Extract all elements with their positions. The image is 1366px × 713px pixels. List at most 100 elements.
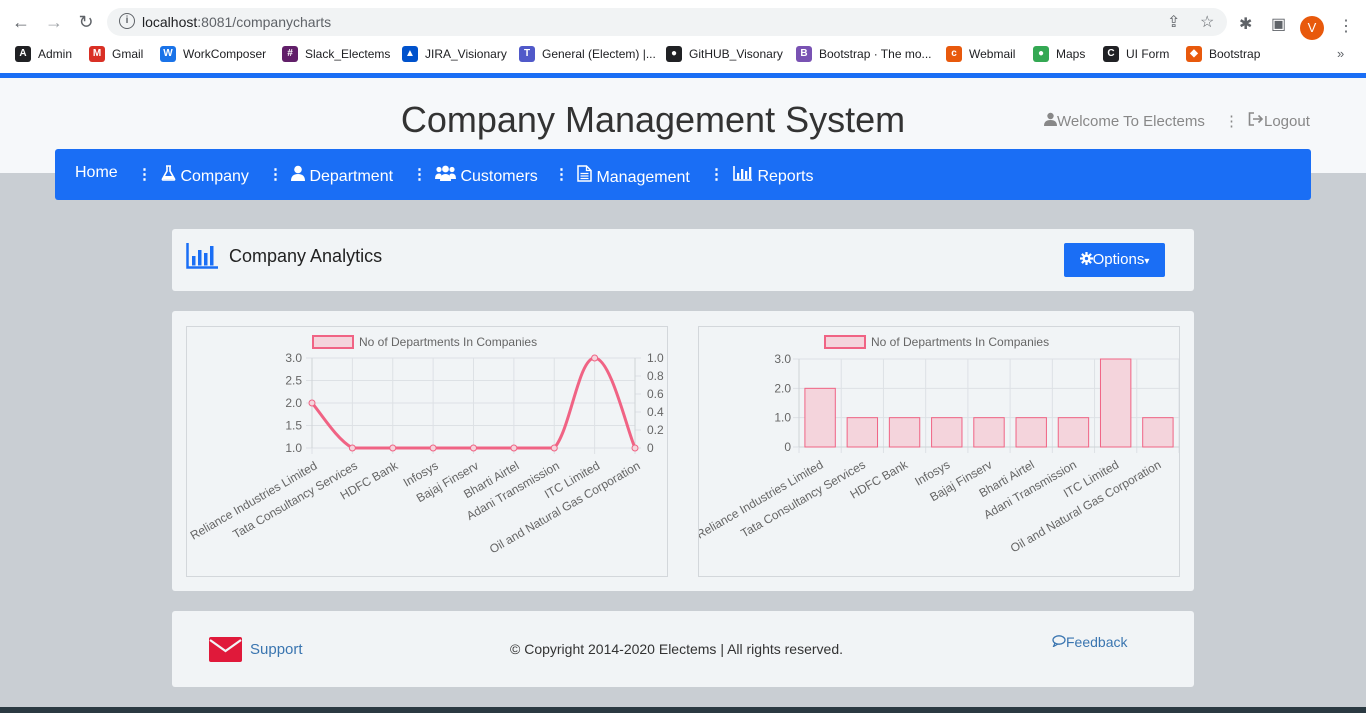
shield-icon: ◆ bbox=[1186, 46, 1202, 62]
bookmark-item[interactable]: ● GitHUB_Visonary bbox=[666, 46, 783, 62]
address-bar[interactable]: i localhost:8081/companycharts ⇪ ☆ bbox=[107, 8, 1227, 36]
data-point bbox=[510, 444, 518, 452]
y-tick-label: 3.0 bbox=[774, 352, 791, 366]
data-point bbox=[591, 354, 599, 362]
bottom-edge bbox=[0, 707, 1366, 713]
charts-panel: No of Departments In Companies 3.0 2.5 2.0 1… bbox=[172, 311, 1194, 591]
extensions-icon[interactable]: ✱ bbox=[1239, 14, 1252, 34]
feedback-link[interactable]: Feedback bbox=[1052, 634, 1127, 650]
logout-link[interactable]: Logout bbox=[1248, 112, 1310, 130]
address-row: ← → ↻ i localhost:8081/companycharts ⇪ ☆… bbox=[0, 6, 1366, 40]
bookmark-label: Bootstrap · The mo... bbox=[819, 47, 932, 61]
y-tick-label: 0 bbox=[784, 440, 791, 454]
bookmark-item[interactable]: C UI Form bbox=[1103, 46, 1169, 62]
users-icon bbox=[435, 165, 456, 181]
y-tick-label: 1.5 bbox=[285, 419, 302, 433]
bar bbox=[1099, 358, 1132, 448]
nav-item-reports[interactable]: Reports bbox=[733, 165, 813, 186]
data-point bbox=[470, 444, 477, 452]
legend-swatch bbox=[312, 335, 354, 349]
comment-icon bbox=[1052, 635, 1066, 648]
bookmark-item[interactable]: W WorkComposer bbox=[160, 46, 266, 62]
bookmark-item[interactable]: # Slack_Electems bbox=[282, 46, 390, 62]
bookmarks-bar: A Admin M Gmail W WorkComposer # Slack_Electems… bbox=[0, 44, 1366, 66]
nav-company-label: Company bbox=[180, 168, 249, 185]
envelope-icon bbox=[209, 637, 242, 662]
bookmark-label: Webmail bbox=[969, 47, 1016, 61]
bookmark-item[interactable]: T General (Electem) |... bbox=[519, 46, 656, 62]
browser-toolbar: ← → ↻ i localhost:8081/companycharts ⇪ ☆… bbox=[0, 0, 1366, 73]
bookmark-item[interactable]: B Bootstrap · The mo... bbox=[796, 46, 932, 62]
bar-chart-container: No of Departments In Companies 3.0 2.0 1.0 0… bbox=[698, 326, 1180, 577]
y2-tick-label: 0.8 bbox=[647, 369, 664, 383]
forward-icon[interactable]: → bbox=[42, 10, 66, 34]
welcome-link[interactable]: Welcome To Electems bbox=[1044, 112, 1205, 130]
bootstrap-icon: B bbox=[796, 46, 812, 62]
data-point bbox=[348, 444, 356, 452]
bookmark-label: Bootstrap bbox=[1209, 47, 1261, 61]
analytics-header-panel: Company Analytics Options▾ bbox=[172, 229, 1194, 291]
nav-separator: ⋮ bbox=[554, 166, 569, 183]
y-tick-label: 2.0 bbox=[285, 396, 302, 410]
bookmark-item[interactable]: c Webmail bbox=[946, 46, 1015, 62]
nav-separator: ⋮ bbox=[137, 166, 152, 183]
back-icon[interactable]: ← bbox=[9, 10, 33, 34]
nav-item-customers[interactable]: Customers bbox=[435, 165, 538, 186]
y2-tick-label: 1.0 bbox=[647, 351, 664, 365]
bookmark-item[interactable]: ◆ Bootstrap bbox=[1186, 46, 1260, 62]
star-icon[interactable]: ☆ bbox=[1200, 12, 1214, 32]
site-info-icon[interactable]: i bbox=[119, 13, 135, 29]
webmail-icon: c bbox=[946, 46, 962, 62]
user-icon bbox=[291, 165, 305, 181]
side-panel-icon[interactable]: ▣ bbox=[1271, 14, 1286, 34]
y-tick-label: 2.0 bbox=[774, 381, 791, 395]
workcomposer-icon: W bbox=[160, 46, 176, 62]
feedback-text: Feedback bbox=[1066, 634, 1128, 650]
bookmark-label: Slack_Electems bbox=[305, 47, 391, 61]
section-title: Company Analytics bbox=[229, 246, 383, 266]
bookmark-label: JIRA_Visionary bbox=[425, 47, 507, 61]
nav-item-home[interactable]: Home bbox=[75, 164, 118, 182]
nav-management-label: Management bbox=[596, 169, 690, 186]
bookmark-label: WorkComposer bbox=[183, 47, 267, 61]
sign-out-icon bbox=[1248, 112, 1264, 126]
jira-icon: ▲ bbox=[402, 46, 418, 62]
maps-icon: ● bbox=[1033, 46, 1049, 62]
nav-item-management[interactable]: Management bbox=[577, 165, 690, 187]
welcome-text: Welcome To Electems bbox=[1057, 113, 1205, 130]
share-icon[interactable]: ⇪ bbox=[1167, 12, 1180, 32]
angular-icon: A bbox=[15, 46, 31, 62]
bookmark-label: General (Electem) |... bbox=[542, 47, 656, 61]
support-link[interactable]: Support bbox=[250, 641, 303, 658]
user-icon bbox=[1044, 112, 1057, 126]
y2-tick-label: 0 bbox=[647, 441, 654, 455]
nav-reports-label: Reports bbox=[757, 168, 814, 185]
bar bbox=[888, 417, 921, 448]
bookmark-label: Maps bbox=[1056, 47, 1086, 61]
nav-separator: ⋮ bbox=[268, 166, 283, 183]
bookmark-item[interactable]: A Admin bbox=[15, 46, 72, 62]
browser-menu-icon[interactable]: ⋮ bbox=[1338, 16, 1354, 36]
codepen-icon: C bbox=[1103, 46, 1119, 62]
legend-label: No of Departments In Companies bbox=[359, 335, 537, 349]
nav-department-label: Department bbox=[309, 168, 394, 185]
logout-text: Logout bbox=[1264, 113, 1310, 130]
reload-icon[interactable]: ↻ bbox=[74, 10, 98, 34]
nav-item-company[interactable]: Company bbox=[161, 165, 249, 186]
profile-avatar[interactable]: V bbox=[1300, 16, 1324, 40]
bar bbox=[1057, 417, 1090, 448]
bookmark-label: GitHUB_Visonary bbox=[689, 47, 783, 61]
bookmarks-overflow-icon[interactable]: » bbox=[1337, 46, 1344, 61]
options-dropdown-button[interactable]: Options▾ bbox=[1064, 243, 1165, 277]
url-text: localhost:8081/companycharts bbox=[142, 14, 331, 30]
bookmark-item[interactable]: M Gmail bbox=[89, 46, 143, 62]
bar bbox=[973, 417, 1005, 448]
data-point bbox=[550, 444, 558, 452]
copyright-text: © Copyright 2014-2020 Electems | All rig… bbox=[510, 641, 843, 657]
bookmark-item[interactable]: ▲ JIRA_Visionary bbox=[402, 46, 507, 62]
bookmark-item[interactable]: ● Maps bbox=[1033, 46, 1085, 62]
bar-chart: No of Departments In Companies 3.0 2.0 1.0 0… bbox=[699, 335, 1179, 555]
nav-item-department[interactable]: Department bbox=[291, 165, 393, 186]
y-tick-label: 1.0 bbox=[285, 441, 302, 455]
gear-icon bbox=[1079, 252, 1093, 265]
